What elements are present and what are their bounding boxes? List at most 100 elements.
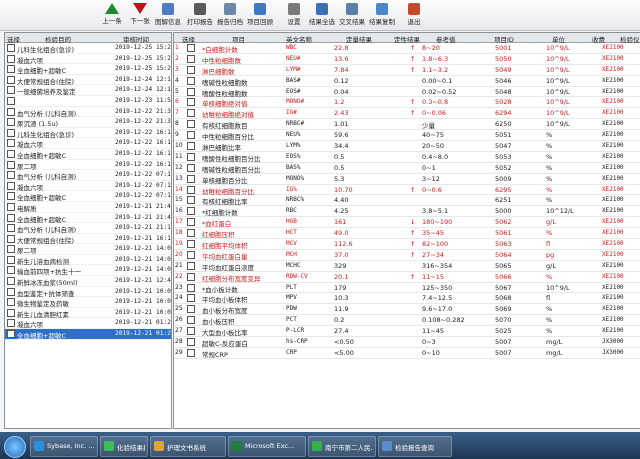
test-list-item[interactable]: 血型鉴定+抗体筛查 2019-12-21 10:04 [5, 287, 171, 298]
test-list-item[interactable]: 尿二项 2019-12-22 16:15 [5, 160, 171, 171]
test-list-item[interactable]: 凝血六项 2019-12-25 15:25 [5, 54, 171, 65]
select-all-button[interactable]: 结果全选 [306, 2, 338, 28]
test-list-item[interactable]: 全血细胞+超敏C 2019-12-21 21:42 [5, 213, 171, 224]
result-row[interactable]: 6 单核细胞绝对值 MONO# 1.2 ↑ 0.3~0.8 5028 10^9/L XE2100 [174, 97, 640, 108]
row-checkbox[interactable] [187, 250, 195, 259]
row-checkbox[interactable] [7, 96, 15, 105]
row-checkbox[interactable] [187, 240, 195, 249]
taskbar-item[interactable]: Sybase, Inc. ... [30, 436, 98, 457]
test-list-item[interactable]: 全血细胞+超敏C 2019-12-22 16:15 [5, 149, 171, 160]
row-checkbox[interactable] [7, 308, 15, 317]
row-checkbox[interactable] [7, 171, 15, 180]
result-row[interactable]: 20 平均血红蛋白量 MCH 37.0 ↑ 27~34 5064 pg XE2100 [174, 250, 640, 261]
row-checkbox[interactable] [187, 163, 195, 172]
row-checkbox[interactable] [7, 277, 15, 286]
row-checkbox[interactable] [7, 181, 15, 190]
test-list-item[interactable]: 大便常规组合(住院) 2019-12-21 16:10 [5, 234, 171, 245]
start-button[interactable] [4, 436, 26, 458]
result-row[interactable]: 17 *血红蛋白 HGB 161 ↓ 180~190 5062 g/L XE2100 [174, 217, 640, 228]
row-checkbox[interactable] [187, 305, 195, 314]
row-checkbox[interactable] [187, 185, 195, 194]
row-checkbox[interactable] [187, 207, 195, 216]
row-checkbox[interactable] [7, 287, 15, 296]
row-checkbox[interactable] [7, 234, 15, 243]
row-checkbox[interactable] [7, 202, 15, 211]
row-checkbox[interactable] [7, 266, 15, 275]
result-row[interactable]: 2 中性粒细胞数 NEU# 13.6 ↑ 1.8~6.3 5050 10^9/L XE2100 [174, 54, 640, 65]
row-checkbox[interactable] [7, 44, 15, 52]
result-row[interactable]: 19 红细胞平均体积 MCV 112.6 ↑ 82~100 5063 fl XE2100 [174, 239, 640, 250]
result-row[interactable]: 15 有核红细胞比率 NRBC% 4.40 6251% XE2100 [174, 195, 640, 206]
result-row[interactable]: 18 红细胞压积 HCT 49.0 ↑ 35~45 5061% XE2100 [174, 228, 640, 239]
row-checkbox[interactable] [7, 118, 15, 127]
row-checkbox[interactable] [7, 128, 15, 137]
result-row[interactable]: 13 单核细胞百分比 MONO% 5.3 3~12 5009% XE2100 [174, 174, 640, 185]
test-list-item[interactable]: 大便常规组合(住院) 2019-12-24 12:12 [5, 75, 171, 86]
test-list-item[interactable]: 一般细菌培养及鉴定 2019-12-24 12:12 [5, 85, 171, 96]
result-row[interactable]: 22 红细胞分布宽度变异 RDW-CV 20.1 ↑ 11~15 5066% XE2100 [174, 272, 640, 283]
test-list-item[interactable]: 新生儿溶血病检测 2019-12-21 14:07 [5, 255, 171, 266]
test-list-item[interactable]: 新生儿血清胆红素 2019-12-21 10:03 [5, 308, 171, 319]
test-list-item[interactable]: 电解质 2019-12-21 21:42 [5, 202, 171, 213]
taskbar-item[interactable]: 南宁市第二人民... [308, 436, 376, 457]
row-checkbox[interactable] [7, 245, 15, 254]
chart-button[interactable]: 图解信息 [152, 2, 184, 28]
result-row[interactable]: 23 *血小板计数 PLT 179 125~350 5067 10^9/L XE2100 [174, 283, 640, 294]
row-checkbox[interactable] [7, 149, 15, 158]
row-checkbox[interactable] [187, 294, 195, 303]
test-list-item[interactable]: 全血细胞+超敏C 2019-12-22 07:10 [5, 191, 171, 202]
row-checkbox[interactable] [187, 327, 195, 336]
row-checkbox[interactable] [7, 86, 15, 95]
row-checkbox[interactable] [7, 255, 15, 264]
result-row[interactable]: 5 嗜酸性粒细胞数 EOS# 0.04 0.02~0.52 5048 10^9/L XE210… [174, 87, 640, 98]
row-checkbox[interactable] [187, 316, 195, 325]
row-checkbox[interactable] [187, 174, 195, 183]
test-list-item[interactable]: 血气分析 (儿科自测) 2019-12-22 07:10 [5, 170, 171, 181]
row-checkbox[interactable] [187, 109, 195, 118]
cross-button[interactable]: 交叉结果 [336, 2, 368, 28]
row-checkbox[interactable] [187, 218, 195, 227]
result-row[interactable]: 12 嗜碱性粒细胞百分比 BAS% 0.5 0~1 5052% XE2100 [174, 163, 640, 174]
test-list-item[interactable]: 全血细胞+超敏C 2019-12-25 15:25 [5, 64, 171, 75]
row-checkbox[interactable] [187, 229, 195, 238]
row-checkbox[interactable] [7, 160, 15, 169]
row-checkbox[interactable] [7, 139, 15, 148]
printer-button[interactable]: 打印报告 [184, 2, 216, 28]
taskbar-item[interactable]: Microsoft Exc... [228, 436, 306, 457]
result-row[interactable]: 29 常规CRP CRP <5.00 0~10 5007 mg/L JX3000 [174, 348, 640, 359]
test-list-item[interactable]: 全血细胞+超敏C 2019-12-21 01:22 [5, 329, 171, 340]
result-row[interactable]: 11 嗜酸性粒细胞百分比 EOS% 0.5 0.4~8.0 5053% XE2100 [174, 152, 640, 163]
result-row[interactable]: 1 *白细胞计数 WBC 22.8 ↑ 8~20 5001 10^9/L XE2100 [174, 43, 640, 54]
test-list-item[interactable]: 微生物鉴定及药敏 2019-12-21 10:04 [5, 297, 171, 308]
test-list-item[interactable]: 新鲜冰冻血浆(50ml) 2019-12-21 12:41 [5, 276, 171, 287]
row-checkbox[interactable] [7, 298, 15, 307]
row-checkbox[interactable] [7, 107, 15, 116]
archive-button[interactable]: 报告归档 [214, 2, 246, 28]
result-row[interactable]: 10 淋巴细胞比率 LYM% 34.4 20~50 5047% XE2100 [174, 141, 640, 152]
test-list-item[interactable]: 2019-12-23 11:50 [5, 96, 171, 107]
taskbar-item[interactable]: 护理文书系统 [150, 436, 226, 457]
row-checkbox[interactable] [187, 54, 195, 63]
row-checkbox[interactable] [187, 283, 195, 292]
result-row[interactable]: 25 血小板分布宽度 PDW 11.9 9.6~17.0 5069% XE2100 [174, 304, 640, 315]
test-list-item[interactable]: 尿沉渣 (1.5u) 2019-12-22 21:35 [5, 117, 171, 128]
test-list-item[interactable]: 血气分析 (儿科自测) 2019-12-21 21:10 [5, 223, 171, 234]
row-checkbox[interactable] [187, 348, 195, 357]
row-checkbox[interactable] [187, 261, 195, 270]
exit-button[interactable]: 退出 [398, 2, 430, 28]
row-checkbox[interactable] [187, 152, 195, 161]
test-list-item[interactable]: 凝血六项 2019-12-22 16:15 [5, 138, 171, 149]
test-list-item[interactable]: 输血前四项+抗生十一 2019-12-21 14:07 [5, 265, 171, 276]
row-checkbox[interactable] [187, 142, 195, 151]
copy-button[interactable]: 结果复制 [366, 2, 398, 28]
result-row[interactable]: 14 幼稚粒细胞百分比 IG% 10.70 ↑ 0~0.6 6295% XE2100 [174, 185, 640, 196]
row-checkbox[interactable] [187, 65, 195, 74]
row-checkbox[interactable] [187, 338, 195, 347]
row-checkbox[interactable] [187, 87, 195, 96]
row-checkbox[interactable] [7, 192, 15, 201]
row-checkbox[interactable] [7, 75, 15, 84]
test-list-item[interactable]: 儿科生化组合(急诊) 2019-12-22 16:15 [5, 128, 171, 139]
row-checkbox[interactable] [7, 65, 15, 74]
test-list-item[interactable]: 血气分析 (儿科自测) 2019-12-22 21:35 [5, 107, 171, 118]
result-row[interactable]: 8 有核红细胞数目 NRBC# 1.01 少量 6250 10^9/L XE2100 [174, 119, 640, 130]
